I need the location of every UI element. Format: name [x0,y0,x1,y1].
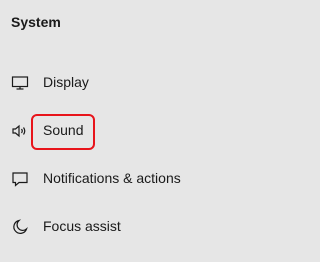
nav-item-label: Sound [43,122,84,138]
nav-item-notifications[interactable]: Notifications & actions [0,162,307,196]
section-title: System [11,14,61,30]
nav-item-sound[interactable]: Sound [0,114,307,148]
nav-item-label: Display [43,74,89,90]
nav-item-focus-assist[interactable]: Focus assist [0,210,307,244]
nav-item-display[interactable]: Display [0,66,307,100]
moon-icon [11,218,29,236]
nav-item-label: Focus assist [43,218,121,234]
nav-item-label: Notifications & actions [43,170,181,186]
monitor-icon [11,74,29,92]
speaker-icon [11,122,29,140]
notification-icon [11,170,29,188]
